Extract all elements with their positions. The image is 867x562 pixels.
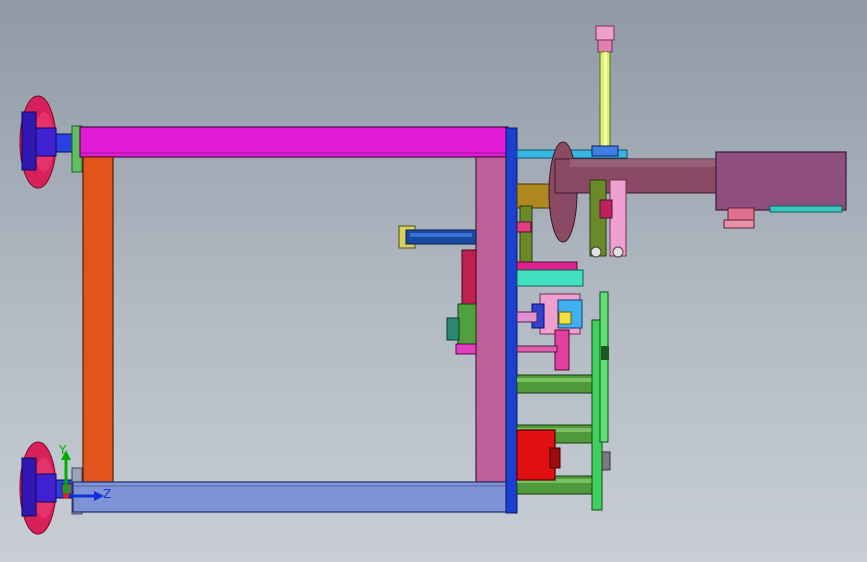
green-end-plate: [591, 291, 611, 511]
vertical-slide-gripper: [589, 25, 627, 258]
push-cylinder: [398, 225, 477, 249]
cad-viewport[interactable]: Y Z: [0, 0, 867, 562]
triad-x-axis: [63, 493, 69, 499]
red-actuator-block: [516, 429, 556, 481]
frame-left-post: [82, 156, 114, 483]
main-frame: [72, 126, 509, 513]
rotary-cylinder-assembly: [516, 141, 847, 269]
mounting-plate: [505, 127, 518, 514]
triad-y-label: Y: [58, 443, 67, 457]
frame-right-post: [475, 156, 507, 483]
motor-housing: [715, 151, 847, 211]
triad-z-label: Z: [103, 487, 111, 501]
suction-cup-top: [19, 95, 83, 189]
